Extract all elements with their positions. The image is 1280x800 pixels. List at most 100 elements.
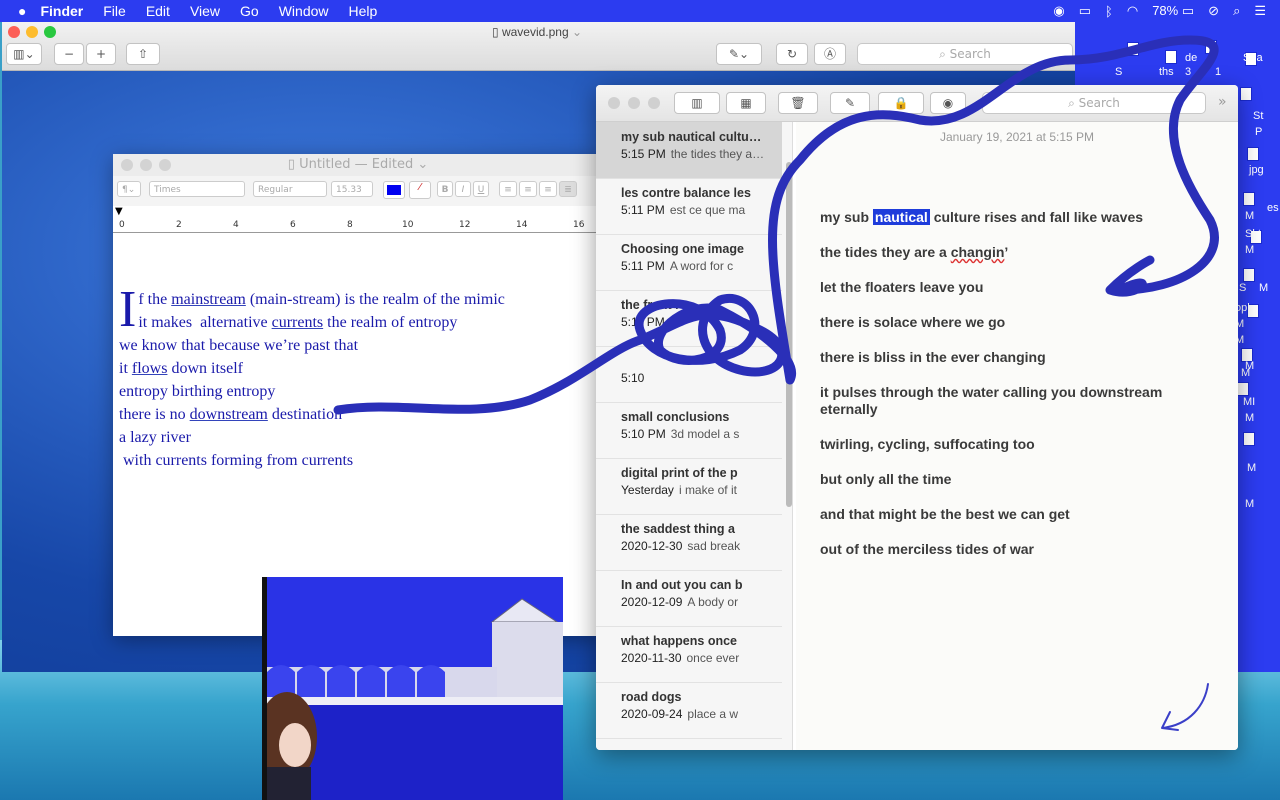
zoom-button[interactable] — [648, 97, 660, 109]
preview-search-input[interactable]: ⌕ Search — [857, 43, 1073, 65]
apple-logo-icon[interactable]: ● — [18, 3, 26, 19]
note-list-item[interactable]: what happens once 2020-11-30 once ever — [596, 626, 782, 683]
menu-go[interactable]: Go — [240, 3, 259, 19]
airplay-icon[interactable]: ▭ — [1079, 3, 1091, 19]
file-icon[interactable] — [1205, 40, 1217, 54]
menu-edit[interactable]: Edit — [146, 3, 170, 19]
minimize-button[interactable] — [140, 159, 152, 171]
account-icon[interactable]: ◉ — [930, 92, 966, 114]
align-left-button[interactable]: ≡ — [499, 181, 517, 197]
align-center-button[interactable]: ≡ — [519, 181, 537, 197]
zoom-in-button[interactable]: + — [86, 43, 116, 65]
note-list-item[interactable]: my sub nautical culture rises 5:15 PM the … — [596, 122, 782, 179]
zoom-button[interactable] — [44, 26, 56, 38]
note-list-item[interactable]: road dogs 2020-09-24 place a w — [596, 682, 782, 739]
note-title: les contre balance les — [621, 186, 751, 200]
close-button[interactable] — [608, 97, 620, 109]
menu-file[interactable]: File — [103, 3, 126, 19]
zoom-out-button[interactable]: − — [54, 43, 84, 65]
gallery-view-button[interactable]: ▦ — [726, 92, 766, 114]
notes-window: ▥ ▦ 🗑 ✎ 🔒 ◉ ⌕ Search » my sub nautical c… — [596, 85, 1238, 750]
highlight-color-well[interactable]: ⁄ — [409, 181, 431, 199]
font-family-popup[interactable]: Times — [149, 181, 245, 197]
bluetooth-icon[interactable]: ᛒ — [1105, 4, 1113, 19]
rotate-button[interactable]: ↻ — [776, 43, 808, 65]
icon-label: S — [1115, 66, 1123, 78]
chevron-down-icon[interactable]: ⌄ — [569, 25, 582, 39]
note-list-item[interactable]: Choosing one image 5:11 PM A word for c — [596, 234, 782, 291]
note-time: 5:11 PM — [621, 259, 665, 273]
note-list-item[interactable]: the front i 5:11 PM — [596, 290, 782, 347]
note-list-item[interactable]: In and out you can b 2020-12-09 A body or — [596, 570, 782, 627]
underline-button[interactable]: U — [473, 181, 489, 197]
note-list-item[interactable]: les contre balance les 5:11 PM est ce que … — [596, 178, 782, 235]
sidebar-toggle-button[interactable]: ▥ — [674, 92, 720, 114]
wifi-icon[interactable]: ◠ — [1127, 3, 1138, 19]
poem-underlined-word: flows — [131, 360, 168, 377]
markup-pen-button[interactable]: ✎⌄ — [716, 43, 762, 65]
note-time: 5:10 — [621, 371, 645, 385]
zoom-button[interactable] — [159, 159, 171, 171]
ruler[interactable]: ▼ 0 2 4 6 8 10 12 14 16 — [113, 206, 603, 233]
markup-button[interactable]: Ⓐ — [814, 43, 846, 65]
note-list-scrollbar[interactable] — [786, 162, 792, 507]
menu-help[interactable]: Help — [349, 3, 378, 19]
screen-record-icon[interactable]: ◉ — [1053, 3, 1064, 19]
align-right-button[interactable]: ≡ — [539, 181, 557, 197]
notes-search-input[interactable]: ⌕ Search — [982, 92, 1206, 114]
chevron-down-icon[interactable]: ⌄ — [413, 157, 428, 172]
file-icon[interactable] — [1243, 192, 1255, 206]
tab-stop-marker-icon[interactable]: ▼ — [115, 206, 123, 217]
ruler-number: 10 — [402, 220, 414, 230]
bold-button[interactable]: B — [437, 181, 453, 197]
note-list-item[interactable]: the saddest thing a 2020-12-30 sad break — [596, 514, 782, 571]
file-icon[interactable] — [1127, 42, 1139, 56]
note-list-item[interactable]: 5:10 — [596, 346, 782, 403]
document-text[interactable]: If the mainstream (main-stream) is the r… — [119, 284, 589, 472]
file-icon[interactable] — [1243, 268, 1255, 282]
note-text: my sub — [820, 209, 873, 225]
note-date: January 19, 2021 at 5:15 PM — [939, 130, 1095, 144]
icon-label: ople — [1235, 302, 1256, 314]
menu-app-name[interactable]: Finder — [40, 3, 83, 19]
file-icon[interactable] — [1247, 147, 1259, 161]
sidebar-toggle-button[interactable]: ▥⌄ — [6, 43, 42, 65]
font-size-popup[interactable]: 15.33 — [331, 181, 373, 197]
menu-window[interactable]: Window — [279, 3, 329, 19]
text-color-well[interactable] — [383, 181, 405, 199]
lock-icon[interactable]: 🔒 — [878, 92, 924, 114]
close-button[interactable] — [121, 159, 133, 171]
file-icon[interactable] — [1165, 50, 1177, 64]
paragraph-style-popup[interactable]: ¶⌄ — [117, 181, 141, 197]
anime-pool-image — [262, 577, 563, 800]
compose-icon[interactable]: ✎ — [830, 92, 870, 114]
notes-toolbar: ▥ ▦ 🗑 ✎ 🔒 ◉ ⌕ Search » — [596, 85, 1238, 122]
trash-icon[interactable]: 🗑 — [778, 92, 818, 114]
justify-button[interactable]: ≣ — [559, 181, 577, 197]
italic-button[interactable]: I — [455, 181, 471, 197]
notification-center-icon[interactable]: ☰ — [1254, 3, 1266, 19]
spotlight-search-icon[interactable]: ⌕ — [1233, 3, 1240, 19]
time-machine-icon[interactable]: ⊘ — [1208, 3, 1219, 19]
font-style-popup[interactable]: Regular — [253, 181, 327, 197]
note-list-item[interactable]: small conclusions 5:10 PM 3d model a s — [596, 402, 782, 459]
poem-text: destination — [267, 406, 343, 423]
note-subtitle: 5:11 PM A word for c — [621, 259, 766, 273]
battery-status[interactable]: 78% ▭ — [1152, 3, 1194, 19]
file-icon[interactable] — [1237, 382, 1249, 396]
file-icon[interactable] — [1243, 432, 1255, 446]
note-title: my sub nautical culture rises — [621, 130, 766, 144]
menu-view[interactable]: View — [190, 3, 220, 19]
note-list-item[interactable]: digital print of the p Yesterday i make of… — [596, 458, 782, 515]
document-icon: ▯ — [492, 25, 502, 39]
file-icon[interactable] — [1240, 87, 1252, 101]
close-button[interactable] — [8, 26, 20, 38]
note-time: 5:11 PM — [621, 315, 665, 329]
share-button[interactable]: ⇧ — [126, 43, 160, 65]
minimize-button[interactable] — [628, 97, 640, 109]
note-editor[interactable]: January 19, 2021 at 5:15 PM my sub nauti… — [796, 122, 1238, 750]
misspelled-word: changin — [950, 244, 1005, 260]
anime-scene-illustration — [267, 577, 563, 800]
more-chevron-icon[interactable]: » — [1218, 94, 1227, 110]
minimize-button[interactable] — [26, 26, 38, 38]
